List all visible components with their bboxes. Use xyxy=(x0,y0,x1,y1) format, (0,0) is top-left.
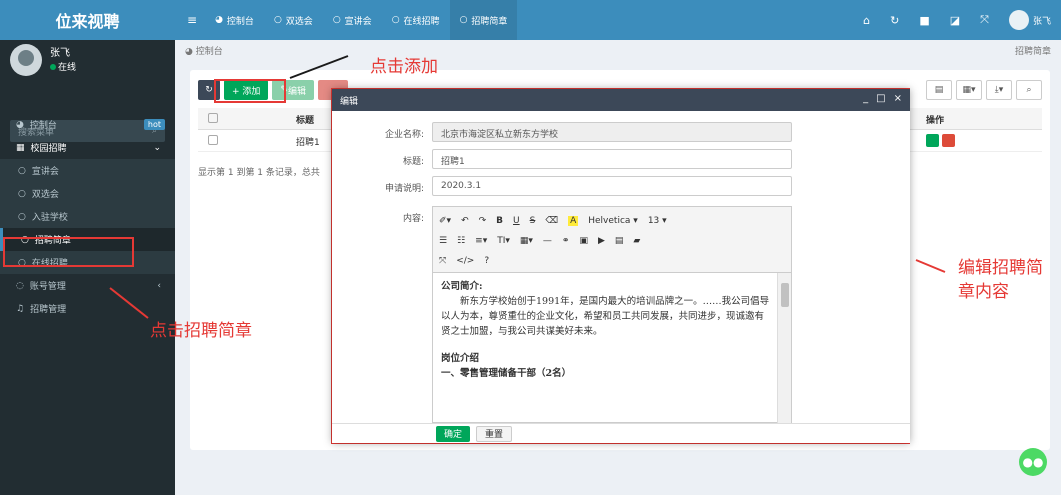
title-label: 标题: xyxy=(402,157,424,167)
modal-controls: _ □ × xyxy=(863,93,902,104)
arrow-to-modal xyxy=(915,259,946,273)
ordered-list-icon[interactable]: ☷ xyxy=(457,236,465,246)
modal-header: 编辑 _ □ × xyxy=(332,89,910,111)
folder-icon[interactable]: ▰ xyxy=(633,236,640,246)
arrow-to-brochure xyxy=(109,287,149,319)
font-size-select[interactable]: 13 ▾ xyxy=(648,216,667,226)
font-color-icon[interactable]: A xyxy=(568,216,579,226)
close-icon[interactable]: × xyxy=(894,93,902,104)
editor-scrollbar[interactable] xyxy=(777,273,791,423)
unordered-list-icon[interactable]: ☰ xyxy=(439,236,447,246)
undo-icon[interactable]: ↶ xyxy=(461,216,469,226)
edit-modal: 编辑 _ □ × 企业名称: 北京市海淀区私立新东方学校 标题: 招聘1 申请说… xyxy=(332,89,910,443)
editor-toolbar: ✐▾ ↶ ↷ B U S ⌫ A Helvetica ▾ 13 ▾ ☰ ☷ ≡▾… xyxy=(433,207,791,273)
bold-icon[interactable]: B xyxy=(496,216,503,226)
chat-bubble-icon[interactable]: ●● xyxy=(1019,448,1047,476)
underline-icon[interactable]: U xyxy=(513,216,520,226)
video-icon[interactable]: ▶ xyxy=(598,236,605,246)
align-icon[interactable]: ≡▾ xyxy=(475,236,487,246)
magic-icon[interactable]: ✐▾ xyxy=(439,216,451,226)
modal-title: 编辑 xyxy=(340,96,359,107)
hr-icon[interactable]: — xyxy=(543,236,552,246)
reset-button[interactable]: 重置 xyxy=(476,425,513,442)
company-row: 企业名称: 北京市海淀区私立新东方学校 xyxy=(332,122,910,144)
content-heading-jobs: 岗位介绍 xyxy=(441,353,480,364)
content-label: 内容: xyxy=(402,214,424,224)
annotation-brochure: 点击招聘简章 xyxy=(150,321,252,341)
scroll-thumb[interactable] xyxy=(781,283,789,307)
company-field: 北京市海淀区私立新东方学校 xyxy=(432,122,792,142)
title-field[interactable]: 招聘1 xyxy=(432,149,792,169)
editor-content[interactable]: 公司简介: 新东方学校始创于1991年，是国内最大的培训品牌之一。……我公司倡导… xyxy=(433,273,779,423)
file-icon[interactable]: ▤ xyxy=(615,236,624,246)
modal-footer: 确定 重置 xyxy=(332,423,910,443)
desc-label: 申请说明: xyxy=(384,184,424,194)
content-paragraph: 新东方学校始创于1991年，是国内最大的培训品牌之一。……我公司倡导以人为本，尊… xyxy=(441,296,770,337)
font-name-select[interactable]: Helvetica ▾ xyxy=(588,216,638,226)
desc-field[interactable]: 2020.3.1 xyxy=(432,176,792,196)
help-icon[interactable]: ? xyxy=(484,256,489,266)
redo-icon[interactable]: ↷ xyxy=(479,216,487,226)
confirm-button[interactable]: 确定 xyxy=(436,425,471,442)
eraser-icon[interactable]: ⌫ xyxy=(545,216,558,226)
text-style-icon[interactable]: TI▾ xyxy=(497,236,510,246)
title-row: 标题: 招聘1 xyxy=(332,149,910,171)
annotation-add: 点击添加 xyxy=(370,57,438,77)
strikethrough-icon[interactable]: S xyxy=(530,216,536,226)
desc-row: 申请说明: 2020.3.1 xyxy=(332,176,910,198)
minimize-icon[interactable]: _ xyxy=(863,93,868,104)
table-icon[interactable]: ▦▾ xyxy=(520,236,533,246)
fullscreen-icon[interactable]: ⤧ xyxy=(439,256,446,266)
annotation-edit: 编辑招聘简章内容 xyxy=(958,258,1043,302)
maximize-icon[interactable]: □ xyxy=(876,93,885,104)
rich-text-editor: ✐▾ ↶ ↷ B U S ⌫ A Helvetica ▾ 13 ▾ ☰ ☷ ≡▾… xyxy=(432,206,792,423)
link-icon[interactable]: ⚭ xyxy=(562,236,570,246)
content-heading-company: 公司简介: xyxy=(441,281,483,292)
company-label: 企业名称: xyxy=(384,130,424,140)
arrow-to-add xyxy=(289,55,349,79)
code-view-icon[interactable]: </> xyxy=(456,256,474,266)
image-icon[interactable]: ▣ xyxy=(579,236,588,246)
content-heading-position: 一、零售管理储备干部（2名） xyxy=(441,368,572,379)
